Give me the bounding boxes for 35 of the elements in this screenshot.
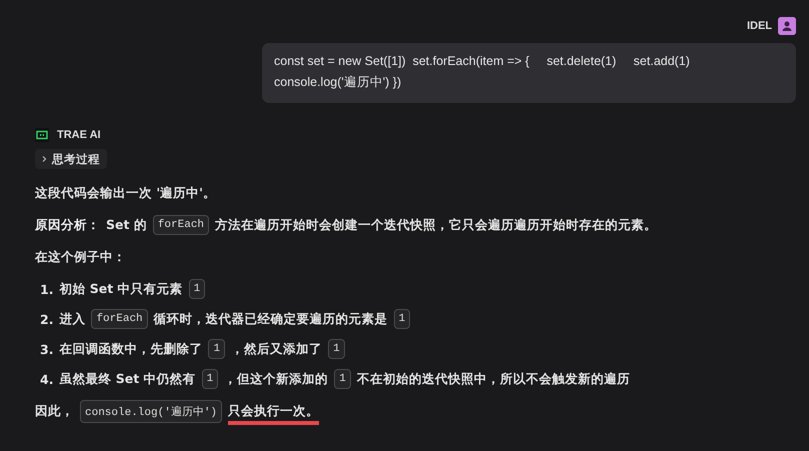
- bold-label: 原因分析：: [35, 216, 100, 234]
- inline-code: 1: [394, 309, 410, 329]
- answer-text: 进入: [59, 310, 86, 328]
- answer-text: ，但这个新添加的: [224, 370, 328, 388]
- inline-code: 1: [188, 279, 206, 299]
- inline-code: 1: [334, 369, 351, 389]
- answer-text: 方法在遍历开始时会创建一个迭代快照，它只会遍历遍历开始时存在的元素。: [215, 216, 658, 234]
- answer-text: 循环时，迭代器已经确定要遍历的元素是: [154, 310, 388, 328]
- user-message-bubble: const set = new Set([1]) set.forEach(item => { set.delete(1) set.add(1) console.log('遍历中') }): [262, 43, 796, 103]
- user-name: IDEL: [746, 20, 772, 32]
- answer-text: 因此，: [35, 402, 74, 420]
- answer-text: 只会执行一次。: [228, 402, 320, 424]
- answer-text: 在回调函数中，先删除了: [59, 340, 202, 358]
- inline-code: forEach: [91, 309, 148, 329]
- terminal-logo-icon: [35, 128, 49, 142]
- inline-code: forEach: [152, 215, 210, 235]
- answer-text: 虽然最终 Set 中仍然有: [59, 370, 196, 388]
- list-number: 4.: [40, 372, 54, 386]
- avatar-icon: [778, 17, 796, 35]
- inline-code: 1: [328, 339, 345, 359]
- answer-text: 在这个例子中：: [35, 248, 126, 266]
- answer-text: 初始 Set 中只有元素: [59, 280, 183, 298]
- answer-text: 这段代码会输出一次 '遍历中'。: [35, 184, 216, 202]
- list-number: 1.: [40, 282, 54, 296]
- answer-text: ，然后又添加了: [231, 340, 322, 358]
- inline-code: 1: [202, 369, 218, 389]
- assistant-name: TRAE AI: [57, 129, 101, 141]
- list-number: 3.: [40, 342, 54, 356]
- inline-code: console.log('遍历中'): [80, 400, 222, 422]
- answer-text: Set 的: [106, 216, 147, 234]
- inline-code: 1: [208, 339, 226, 359]
- list-number: 2.: [40, 312, 54, 326]
- chevron-icon: [40, 155, 48, 163]
- answer-text: 不在初始的迭代快照中，所以不会触发新的遍历: [356, 370, 630, 388]
- thinking-toggle[interactable]: 思考过程: [35, 149, 107, 169]
